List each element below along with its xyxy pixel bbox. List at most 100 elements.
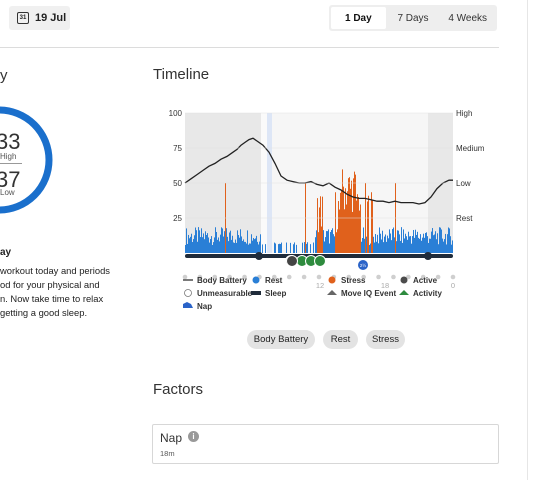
rest-bar <box>304 242 305 253</box>
legend-label: Unmeasurable <box>197 289 253 298</box>
rest-bar <box>323 230 324 253</box>
rest-bar <box>402 242 403 253</box>
time-dot <box>182 274 188 280</box>
stress-bar <box>335 192 336 253</box>
rest-bar <box>410 236 411 253</box>
timeline-title: Timeline <box>153 66 210 83</box>
rest-bar <box>329 243 330 253</box>
rest-bar <box>315 237 316 253</box>
rest-bar <box>419 238 420 253</box>
gray-dot-icon <box>400 276 408 284</box>
rest-bar <box>223 236 224 253</box>
rest-bar <box>233 242 234 253</box>
nap-badge-label: 2½ <box>360 262 367 268</box>
nap-icon <box>183 302 193 308</box>
tab-7-days[interactable]: 7 Days <box>386 7 441 29</box>
stress-bar <box>322 196 323 253</box>
rest-bar <box>219 241 220 253</box>
rest-bar <box>200 237 201 253</box>
rest-bar <box>255 238 256 253</box>
rest-bar <box>374 242 375 253</box>
rest-bar <box>214 237 215 253</box>
rest-bar <box>218 237 219 253</box>
date-picker-button[interactable]: 31 19 Jul <box>9 6 70 30</box>
rest-bar <box>324 241 325 253</box>
rest-bar <box>205 231 206 253</box>
rest-bar <box>449 228 450 253</box>
rest-bar <box>363 227 364 253</box>
rest-bar <box>383 242 384 253</box>
factor-card-nap[interactable]: Nap i 18m <box>152 424 499 464</box>
stress-bar <box>345 188 346 253</box>
window-edge <box>527 0 539 480</box>
sleep-icon <box>255 252 263 260</box>
rest-bar <box>431 231 432 253</box>
rest-bar <box>394 237 395 253</box>
rest-bar <box>226 228 227 253</box>
rest-bar <box>191 233 192 253</box>
rest-button[interactable]: Rest <box>323 330 358 349</box>
rest-bar <box>393 227 394 253</box>
ring-high-label: High <box>0 152 17 161</box>
rest-bar <box>421 240 422 253</box>
legend-label: Move IQ Event <box>341 289 396 298</box>
rest-bar <box>390 233 391 253</box>
rest-bar <box>445 233 446 253</box>
factor-value: 18m <box>160 449 175 458</box>
rest-bar <box>306 243 307 253</box>
rest-bar <box>400 240 401 253</box>
factor-name: Nap <box>160 431 183 445</box>
summary-line: od for your physical and <box>0 279 100 290</box>
rest-bar <box>274 242 275 253</box>
rest-bar <box>290 242 291 253</box>
rest-bar <box>313 242 314 253</box>
tab-4-weeks[interactable]: 4 Weeks <box>440 7 495 29</box>
range-selector: 1 Day 7 Days 4 Weeks <box>329 5 497 31</box>
stress-bar <box>318 232 319 253</box>
stress-button[interactable]: Stress <box>366 330 405 349</box>
move-iq-icon <box>327 290 337 295</box>
time-dot <box>376 274 381 280</box>
rest-bar <box>416 234 417 253</box>
stress-bar <box>354 171 355 253</box>
rest-bar <box>433 235 434 253</box>
rest-bar <box>211 236 212 253</box>
rest-bar <box>432 228 433 253</box>
rest-bar <box>231 239 232 253</box>
y-tick-label: 50 <box>173 179 182 188</box>
rest-bar <box>208 237 209 253</box>
rest-bar <box>326 231 327 253</box>
timeline-chart[interactable]: 100 High75 Medium50 Low25 Rest 2½12 18 0 Body … <box>153 100 493 330</box>
rest-bar <box>192 242 193 253</box>
rest-bar <box>242 240 243 253</box>
info-icon[interactable]: i <box>188 431 199 442</box>
rest-bar <box>446 244 447 253</box>
rest-bar <box>202 237 203 253</box>
legend-label: Activity <box>413 289 442 298</box>
rest-bar <box>259 241 260 253</box>
time-dot <box>391 274 396 280</box>
rest-bar <box>435 231 436 253</box>
rest-bar <box>375 234 376 253</box>
rest-bar <box>204 239 205 253</box>
rest-bar <box>370 243 371 253</box>
rest-bar <box>197 241 198 253</box>
rest-bar <box>331 229 332 253</box>
stress-bar <box>337 229 338 253</box>
activity-icon <box>399 290 409 295</box>
body-battery-button[interactable]: Body Battery <box>247 330 315 349</box>
legend-label: Sleep <box>265 289 286 298</box>
rest-bar <box>194 235 195 253</box>
calendar-icon: 31 <box>17 12 29 24</box>
stress-bar <box>353 178 354 253</box>
rest-bar <box>190 236 191 253</box>
rest-bar <box>426 232 427 253</box>
rest-bar <box>245 241 246 253</box>
tab-1-day[interactable]: 1 Day <box>331 7 386 29</box>
rest-bar <box>248 244 249 253</box>
rest-bar <box>401 227 402 253</box>
rest-bar <box>236 242 237 253</box>
rest-bar <box>436 239 437 253</box>
rest-bar <box>413 229 414 253</box>
rest-bar <box>254 239 255 253</box>
